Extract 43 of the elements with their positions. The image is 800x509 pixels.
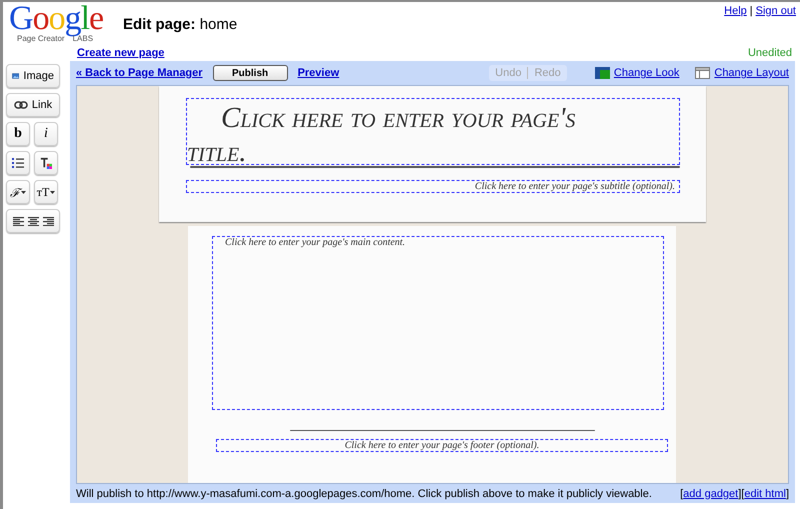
publish-message: Will publish to http://www.y-masafumi.com-a.googlepages.com/home. Click publish above to make it publicly viewable. (76, 488, 652, 500)
change-layout-link[interactable]: Change Layout (714, 67, 789, 79)
font-button[interactable]: ℱ (6, 180, 30, 204)
footer-link[interactable]: edit html (744, 488, 786, 500)
align-center-icon (28, 216, 38, 226)
back-link[interactable]: « Back to Page Manager (76, 67, 203, 79)
bracket: ] (738, 488, 742, 500)
change-look-link[interactable]: Change Look (614, 67, 680, 79)
link-separator: | (750, 5, 753, 17)
preview-link[interactable]: Preview (298, 67, 340, 79)
caret-icon (21, 190, 26, 194)
publish-button[interactable]: Publish (212, 65, 288, 81)
list-icon (12, 158, 24, 168)
align-button[interactable] (6, 209, 60, 233)
footer-link[interactable]: add gadget (683, 488, 738, 500)
align-left-icon (12, 216, 24, 226)
italic-button[interactable]: i (34, 122, 58, 146)
bracket: [ (680, 488, 684, 500)
link-button[interactable]: Link (6, 93, 60, 117)
logo-wordmark: Google (9, 4, 104, 34)
list-button[interactable] (6, 151, 30, 175)
align-right-icon (42, 216, 54, 226)
logo-tagline: Page Creator (17, 34, 65, 43)
title-field[interactable]: Click here to enter your page's title. (186, 98, 680, 165)
look-icon (594, 67, 610, 79)
subtitle-field[interactable]: Click here to enter your page's subtitle (optional). (186, 180, 680, 193)
header-link[interactable]: Help (724, 5, 747, 17)
image-button[interactable]: Image (6, 64, 60, 88)
create-page-link[interactable]: Create new page (77, 47, 164, 59)
save-status: Unedited (748, 47, 792, 59)
layout-icon (695, 67, 710, 79)
bracket: ] (786, 488, 789, 500)
header-link[interactable]: Sign out (756, 5, 796, 17)
text-color-icon (40, 156, 52, 170)
bracket: [ (741, 488, 744, 500)
content-field[interactable]: Click here to enter your page's main content. (212, 236, 664, 410)
link-icon (14, 101, 28, 109)
text-color-button[interactable] (34, 151, 58, 175)
page-heading: Edit page: home (123, 16, 238, 33)
footer-field[interactable]: Click here to enter your page's footer (optional). (216, 439, 668, 452)
text-size-button[interactable]: ᴛT (34, 180, 58, 204)
caret-icon (50, 190, 56, 194)
bold-button[interactable]: b (6, 122, 30, 146)
